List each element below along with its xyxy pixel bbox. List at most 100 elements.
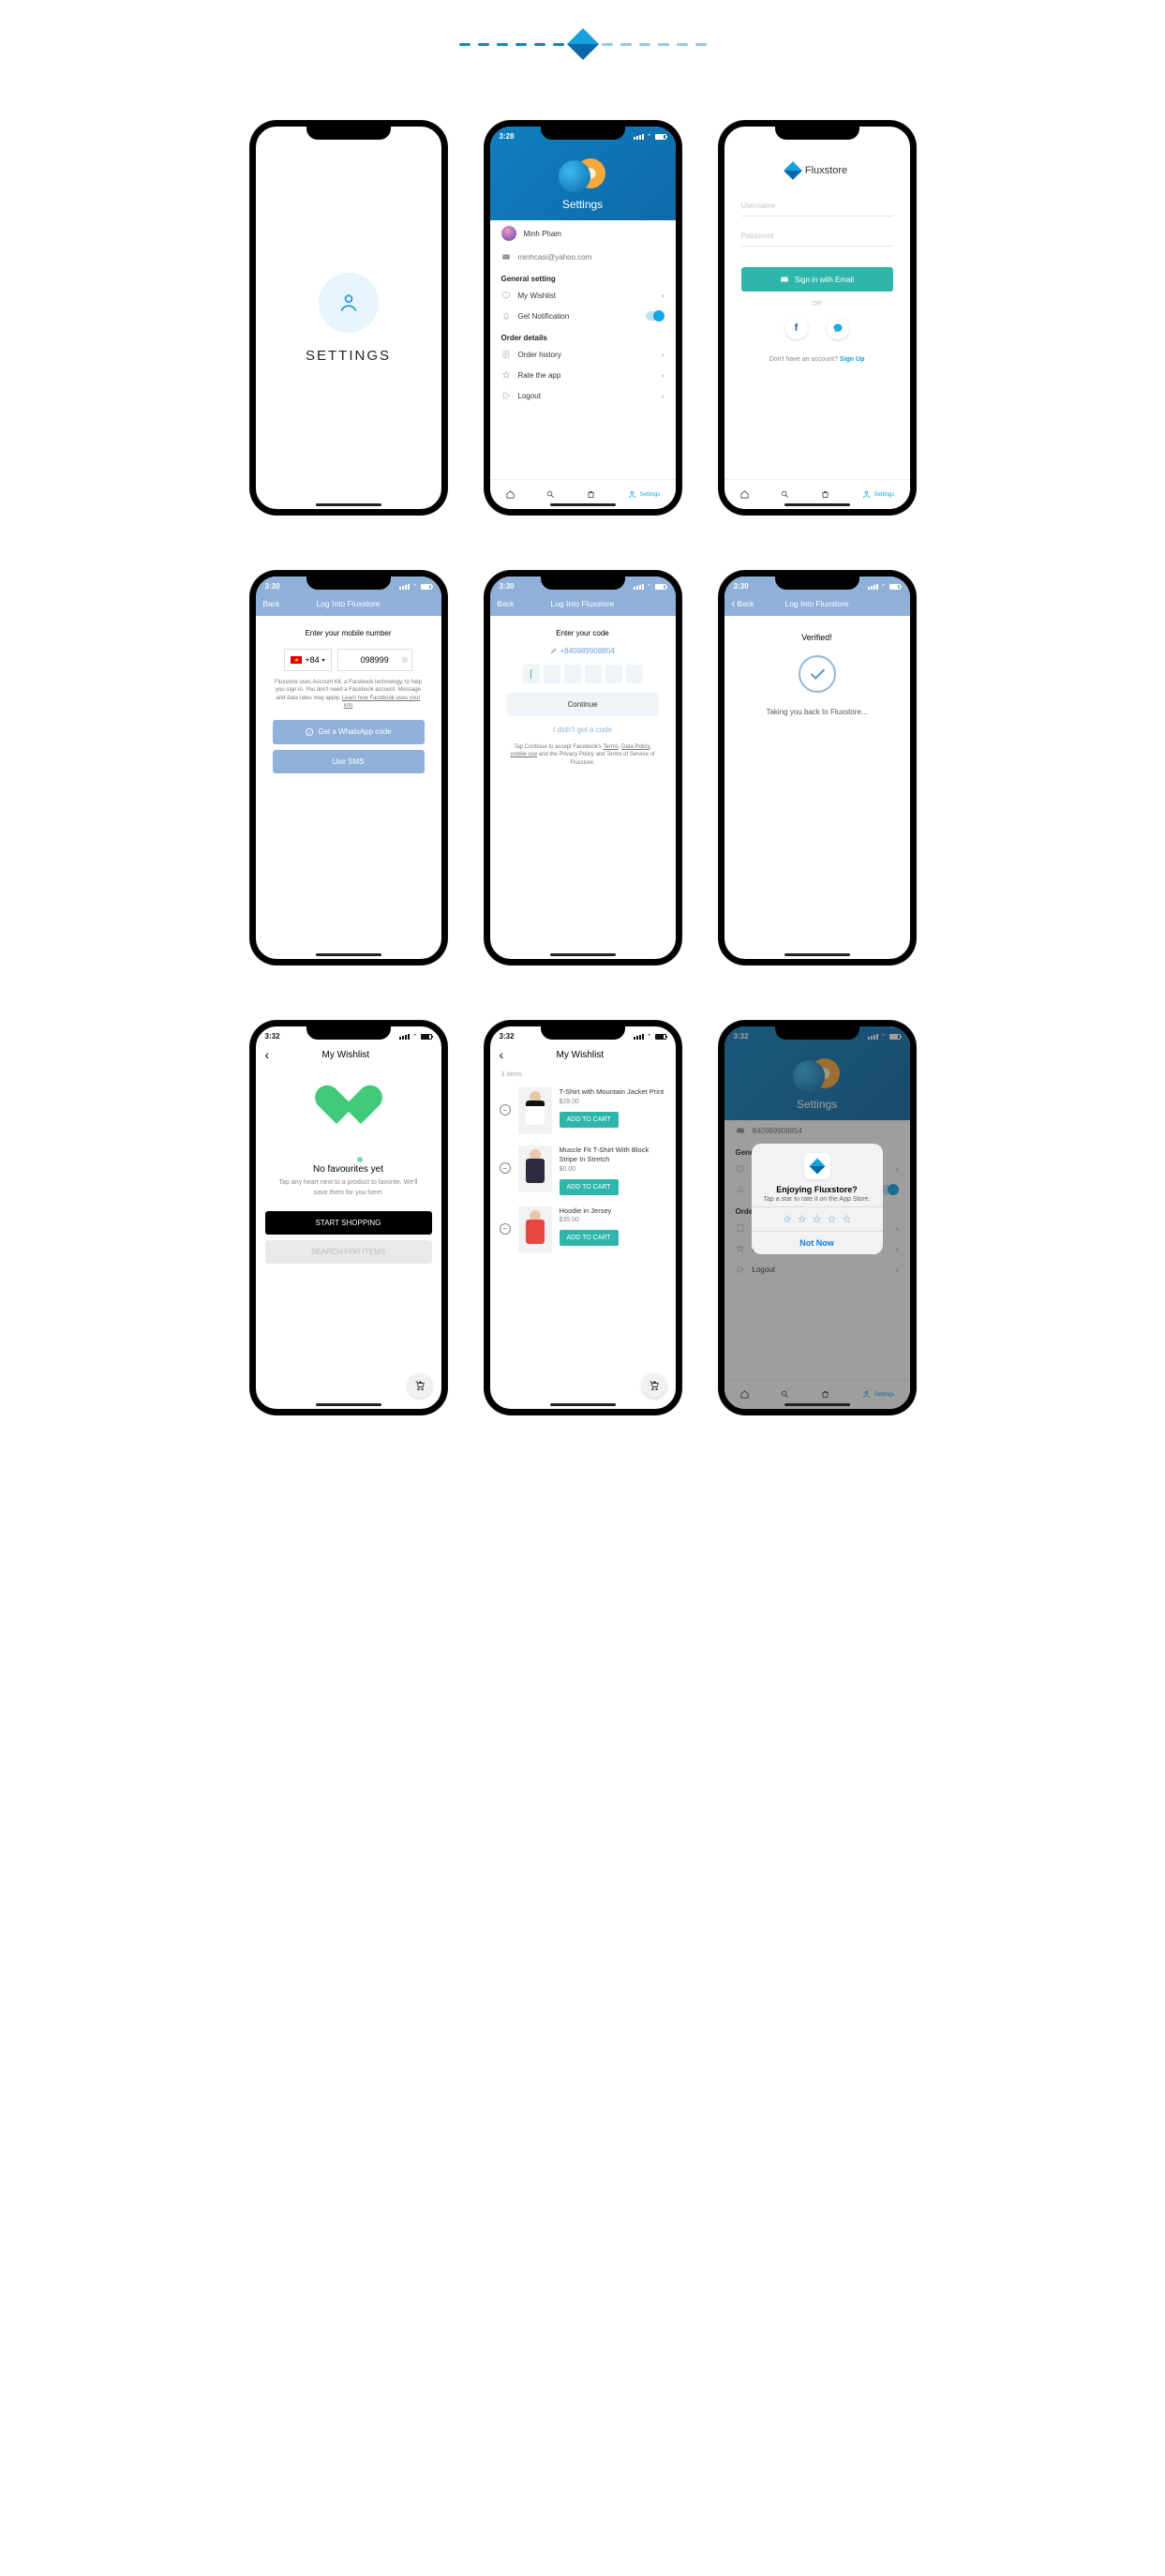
sms-button[interactable] (827, 317, 849, 339)
page-title: My Wishlist (503, 1050, 656, 1060)
screen-settings: 3:28⌃ Settings Minh Pham minhcasi@yahoo.… (485, 121, 681, 515)
history-icon (501, 350, 511, 359)
app-name: Fluxstore (805, 165, 847, 176)
back-button[interactable]: Back (498, 600, 515, 608)
profile-row[interactable]: Minh Pham (490, 220, 676, 247)
chevron-left-icon: ‹ (732, 597, 736, 610)
star-4[interactable]: ☆ (827, 1213, 836, 1225)
country-code-select[interactable]: ★ +84▾ (284, 649, 331, 671)
tab-search[interactable] (545, 489, 556, 500)
modal-title: Enjoying Fluxstore? (752, 1185, 883, 1194)
screen-wishlist-empty: 3:32⌃ ‹ My Wishlist No favourites yet Ta… (250, 1021, 447, 1415)
tab-settings[interactable]: Settings (861, 489, 895, 500)
edit-icon (550, 647, 558, 654)
tab-bag[interactable] (820, 489, 830, 500)
status-right: ⌃ (634, 133, 666, 141)
row-rate-app[interactable]: Rate the app› (490, 365, 676, 385)
wishlist-item: −T-Shirt with Mountain Jacket Print$28.0… (500, 1082, 666, 1140)
product-price: $28.00 (560, 1099, 666, 1105)
row-order-history[interactable]: Order history› (490, 344, 676, 365)
password-input[interactable] (741, 226, 893, 247)
section-general: General setting (490, 267, 676, 285)
clear-icon[interactable]: ⊗ (401, 655, 409, 666)
star-3[interactable]: ☆ (813, 1213, 822, 1225)
signup-link[interactable]: Sign Up (840, 356, 864, 363)
screen-login: Fluxstore Sign in with Email OR f Don't … (719, 121, 916, 515)
section-divider (0, 0, 1165, 121)
fine-print: Fluxstore uses Account Kit, a Facebook t… (273, 679, 425, 711)
add-to-cart-button[interactable]: ADD TO CART (560, 1112, 619, 1128)
modal-sub: Tap a star to rate it on the App Store. (752, 1194, 883, 1206)
screen-verified: 3:30⌃ ‹BackLog Into Fluxstore Verified! … (719, 571, 916, 965)
item-count: 3 items (490, 1068, 676, 1082)
nav-title: Log Into Fluxstore (256, 599, 441, 608)
empty-sub: Tap any heart next to a product to favor… (256, 1178, 441, 1211)
or-text: OR (741, 301, 893, 307)
back-button[interactable]: ‹Back (732, 597, 754, 610)
continue-button[interactable]: Continue (507, 693, 659, 716)
username-input[interactable] (741, 196, 893, 217)
row-logout[interactable]: Logout› (490, 385, 676, 406)
diamond-icon (567, 28, 599, 60)
add-to-cart-button[interactable]: ADD TO CART (560, 1179, 619, 1195)
star-2[interactable]: ☆ (798, 1213, 807, 1225)
page-title: My Wishlist (269, 1050, 422, 1060)
tab-home[interactable] (505, 489, 515, 500)
remove-button[interactable]: − (500, 1223, 511, 1235)
mail-icon (501, 252, 511, 262)
heart-icon (501, 291, 511, 300)
status-time: 3:28 (500, 132, 515, 141)
facebook-button[interactable]: f (785, 317, 808, 339)
product-name: Muscle Fit T-Shirt With Block Stripe In … (560, 1146, 666, 1164)
phone-display[interactable]: +840989908854 (507, 647, 659, 655)
add-to-cart-button[interactable]: ADD TO CART (560, 1230, 619, 1246)
signin-button[interactable]: Sign in with Email (741, 267, 893, 292)
cart-fab[interactable] (642, 1373, 666, 1398)
whatsapp-icon (305, 727, 314, 737)
star-5[interactable]: ☆ (842, 1213, 851, 1225)
fine-print: Tap Continue to accept Facebook's Terms,… (507, 743, 659, 767)
search-items-button[interactable]: SEARCH FOR ITEMS (265, 1240, 432, 1264)
wishlist-item: − Muscle Fit T-Shirt With Block Stripe In… (500, 1140, 666, 1201)
back-button[interactable]: Back (263, 600, 280, 608)
tab-settings[interactable]: Settings (627, 489, 661, 500)
tab-home[interactable] (739, 489, 750, 500)
user-circle (319, 273, 379, 333)
section-orders: Order details (490, 326, 676, 344)
verified-text: Verified! (741, 633, 893, 642)
cart-fab[interactable] (408, 1373, 432, 1398)
product-image[interactable] (518, 1206, 552, 1253)
row-wishlist[interactable]: My Wishlist › (490, 285, 676, 306)
user-icon (336, 291, 361, 315)
logout-icon (501, 391, 511, 400)
prompt: Enter your mobile number (273, 629, 425, 637)
no-code-link[interactable]: I didn't get a code (507, 726, 659, 734)
product-image[interactable] (518, 1087, 552, 1134)
product-price: $35.00 (560, 1217, 666, 1223)
header-title: Settings (490, 192, 676, 220)
whatsapp-code-button[interactable]: Get a WhatsApp code (273, 720, 425, 744)
remove-button[interactable]: − (500, 1104, 511, 1116)
code-inputs[interactable] (507, 665, 659, 683)
screen-rate-modal: 3:32⌃ Settings 840989908854 General sett… (719, 1021, 916, 1415)
mail-icon (780, 275, 789, 284)
sms-button[interactable]: Use SMS (273, 750, 425, 773)
chevron-down-icon: ▾ (322, 657, 325, 664)
logo-row: Fluxstore (724, 164, 910, 177)
signup-row: Don't have an account? Sign Up (741, 356, 893, 363)
settings-title: SETTINGS (306, 348, 391, 364)
tab-bag[interactable] (586, 489, 596, 500)
tab-search[interactable] (780, 489, 790, 500)
user-name: Minh Pham (524, 230, 561, 238)
learn-link[interactable]: Learn how Facebook uses your info (342, 696, 421, 709)
notification-toggle[interactable] (646, 311, 665, 321)
star-1[interactable]: ☆ (783, 1213, 792, 1225)
heart-icon (325, 1086, 372, 1129)
start-shopping-button[interactable]: START SHOPPING (265, 1211, 432, 1235)
chevron-right-icon: › (662, 292, 665, 300)
not-now-button[interactable]: Not Now (752, 1231, 883, 1254)
remove-button[interactable]: − (500, 1162, 511, 1174)
product-image[interactable] (518, 1146, 552, 1192)
screen-enter-mobile: 3:30⌃ BackLog Into Fluxstore Enter your … (250, 571, 447, 965)
row-notification[interactable]: Get Notification (490, 306, 676, 326)
